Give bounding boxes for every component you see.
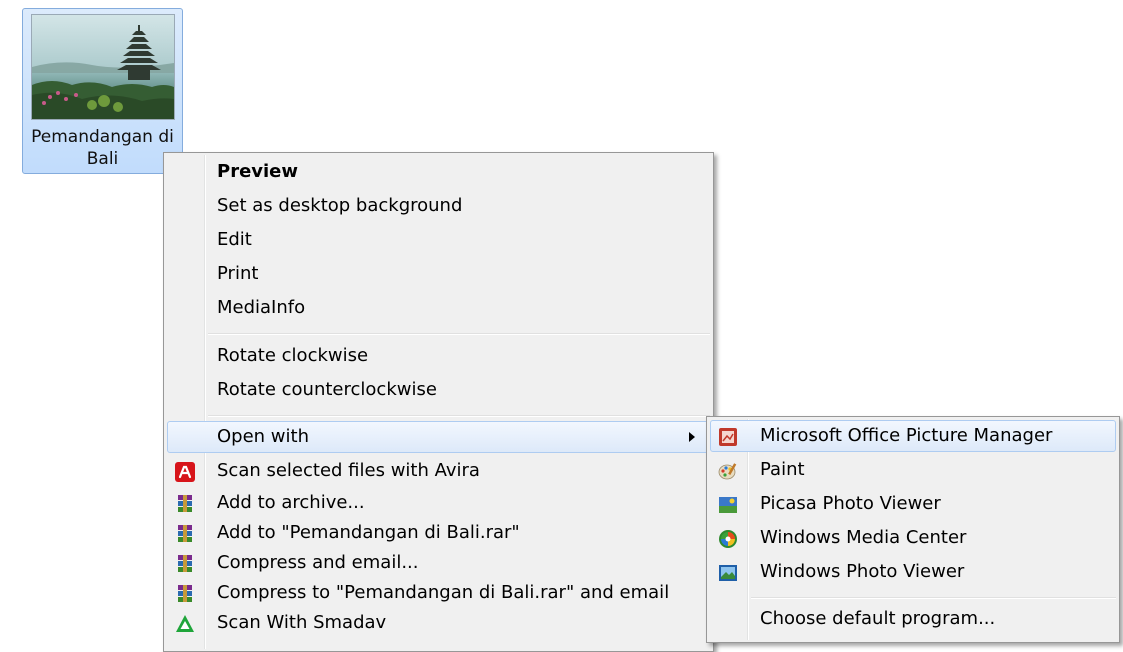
menu-item-label: Edit [217, 229, 252, 250]
image-thumbnail [31, 14, 175, 120]
menu-item-label: MediaInfo [217, 297, 306, 318]
menu-item-label: Scan selected files with Avira [217, 460, 480, 481]
context-menu: Preview Set as desktop background Edit P… [163, 152, 714, 652]
menu-item-label: Print [217, 263, 259, 284]
smadav-icon [176, 615, 194, 632]
menu-item-compress-to-rar-and-email[interactable]: Compress to "Pemandangan di Bali.rar" an… [167, 577, 710, 609]
desktop-icon-label: Pemandangan di Bali [31, 127, 174, 169]
submenu-item-picasa[interactable]: Picasa Photo Viewer [710, 488, 1116, 520]
menu-item-open-with[interactable]: Open with [167, 421, 710, 453]
submenu-item-media-center[interactable]: Windows Media Center [710, 522, 1116, 554]
submenu-item-choose-default-program[interactable]: Choose default program... [710, 603, 1116, 635]
menu-item-mediainfo[interactable]: MediaInfo [167, 292, 710, 324]
menu-item-compress-and-email[interactable]: Compress and email... [167, 547, 710, 579]
menu-item-label: Set as desktop background [217, 195, 463, 216]
winrar-icon [178, 495, 192, 512]
menu-item-label: Windows Photo Viewer [760, 561, 965, 582]
winrar-icon [178, 525, 192, 542]
menu-separator [208, 333, 710, 335]
menu-item-label: Paint [760, 459, 805, 480]
menu-item-rotate-clockwise[interactable]: Rotate clockwise [167, 340, 710, 372]
menu-item-label: Open with [217, 426, 309, 447]
submenu-item-picture-manager[interactable]: Microsoft Office Picture Manager [710, 420, 1116, 452]
menu-item-scan-avira[interactable]: Scan selected files with Avira [167, 455, 710, 487]
menu-separator [208, 415, 710, 417]
winrar-icon [178, 555, 192, 572]
menu-item-label: Compress to "Pemandangan di Bali.rar" an… [217, 582, 670, 603]
menu-item-label: Picasa Photo Viewer [760, 493, 941, 514]
menu-item-add-to-archive[interactable]: Add to archive... [167, 487, 710, 519]
winrar-icon [178, 585, 192, 602]
media-center-icon [719, 530, 737, 548]
menu-item-scan-smadav[interactable]: Scan With Smadav [167, 607, 710, 639]
menu-item-label: Choose default program... [760, 608, 996, 629]
menu-item-label: Microsoft Office Picture Manager [760, 425, 1053, 446]
picasa-icon [719, 497, 737, 513]
menu-item-label: Preview [217, 161, 299, 182]
desktop-file-icon[interactable]: Pemandangan di Bali [22, 8, 183, 174]
menu-item-label: Rotate counterclockwise [217, 379, 437, 400]
picture-manager-icon [719, 428, 737, 446]
menu-item-label: Compress and email... [217, 552, 419, 573]
menu-item-edit[interactable]: Edit [167, 224, 710, 256]
submenu-item-photo-viewer[interactable]: Windows Photo Viewer [710, 556, 1116, 588]
menu-item-add-to-rar[interactable]: Add to "Pemandangan di Bali.rar" [167, 517, 710, 549]
paint-icon [718, 463, 737, 480]
submenu-arrow-icon [689, 432, 695, 442]
menu-item-label: Windows Media Center [760, 527, 967, 548]
menu-item-label: Add to archive... [217, 492, 365, 513]
menu-item-label: Rotate clockwise [217, 345, 369, 366]
menu-item-label: Add to "Pemandangan di Bali.rar" [217, 522, 520, 543]
menu-item-rotate-counterclockwise[interactable]: Rotate counterclockwise [167, 374, 710, 406]
avira-icon [175, 462, 195, 482]
photo-viewer-icon [719, 565, 737, 581]
menu-item-preview[interactable]: Preview [167, 156, 710, 188]
menu-separator [751, 597, 1116, 599]
menu-item-label: Scan With Smadav [217, 612, 387, 633]
menu-item-set-desktop-background[interactable]: Set as desktop background [167, 190, 710, 222]
landscape-thumbnail-image [32, 15, 174, 119]
menu-item-print[interactable]: Print [167, 258, 710, 290]
open-with-submenu: Microsoft Office Picture Manager Paint P… [706, 416, 1120, 643]
submenu-item-paint[interactable]: Paint [710, 454, 1116, 486]
